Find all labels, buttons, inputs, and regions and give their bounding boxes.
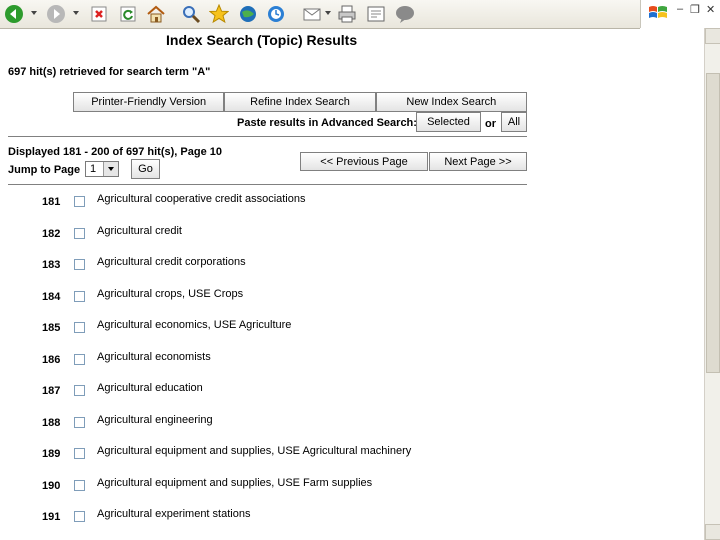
- result-checkbox[interactable]: [74, 228, 85, 239]
- result-link[interactable]: Agricultural equipment and supplies, USE…: [97, 445, 411, 457]
- result-link[interactable]: Agricultural credit corporations: [97, 256, 246, 268]
- chevron-down-icon[interactable]: [73, 11, 79, 15]
- list-item: 182 Agricultural credit: [0, 223, 520, 243]
- result-number: 188: [42, 417, 61, 429]
- jump-to-page-label: Jump to Page: [8, 164, 81, 176]
- refresh-icon[interactable]: [117, 3, 139, 25]
- displayed-range: Displayed 181 - 200 of 697 hit(s), Page …: [8, 146, 222, 158]
- page-select-value: 1: [90, 163, 97, 175]
- previous-page-button[interactable]: << Previous Page: [300, 152, 428, 171]
- result-number: 183: [42, 259, 61, 271]
- result-link[interactable]: Agricultural experiment stations: [97, 508, 250, 520]
- back-icon[interactable]: [3, 3, 25, 25]
- chevron-down-icon[interactable]: [103, 162, 118, 176]
- go-button[interactable]: Go: [131, 159, 160, 179]
- result-number: 189: [42, 448, 61, 460]
- paste-selected-button[interactable]: Selected: [416, 112, 481, 132]
- chevron-down-icon[interactable]: [31, 11, 37, 15]
- list-item: 186 Agricultural economists: [0, 349, 520, 369]
- divider: [8, 184, 527, 185]
- page-content: Index Search (Topic) Results 697 hit(s) …: [0, 28, 704, 540]
- result-number: 191: [42, 511, 61, 523]
- page-select[interactable]: 1: [85, 161, 119, 177]
- result-number: 185: [42, 322, 61, 334]
- new-search-button[interactable]: New Index Search: [375, 92, 527, 112]
- result-number: 181: [42, 196, 61, 208]
- minimize-button[interactable]: –: [677, 3, 683, 15]
- result-checkbox[interactable]: [74, 417, 85, 428]
- printer-friendly-button[interactable]: Printer-Friendly Version: [73, 92, 225, 112]
- divider: [8, 136, 527, 137]
- result-link[interactable]: Agricultural education: [97, 382, 203, 394]
- paste-all-button[interactable]: All: [501, 112, 527, 132]
- result-number: 182: [42, 228, 61, 240]
- result-number: 186: [42, 354, 61, 366]
- hits-summary: 697 hit(s) retrieved for search term "A": [8, 66, 211, 78]
- mail-icon[interactable]: [301, 3, 323, 25]
- result-link[interactable]: Agricultural crops, USE Crops: [97, 288, 243, 300]
- forward-icon[interactable]: [45, 3, 67, 25]
- next-page-button[interactable]: Next Page >>: [429, 152, 527, 171]
- windows-brand-area: – ❐ ✕: [640, 0, 720, 28]
- result-checkbox[interactable]: [74, 385, 85, 396]
- print-icon[interactable]: [336, 3, 358, 25]
- result-checkbox[interactable]: [74, 480, 85, 491]
- media-icon[interactable]: [237, 3, 259, 25]
- result-checkbox[interactable]: [74, 196, 85, 207]
- history-icon[interactable]: [265, 3, 287, 25]
- edit-icon[interactable]: [365, 3, 387, 25]
- result-link[interactable]: Agricultural equipment and supplies, USE…: [97, 477, 372, 489]
- result-checkbox[interactable]: [74, 259, 85, 270]
- result-link[interactable]: Agricultural engineering: [97, 414, 213, 426]
- browser-toolbar: [0, 0, 640, 29]
- result-link[interactable]: Agricultural credit: [97, 225, 182, 237]
- discuss-icon[interactable]: [394, 3, 416, 25]
- result-number: 190: [42, 480, 61, 492]
- result-link[interactable]: Agricultural cooperative credit associat…: [97, 193, 306, 205]
- result-link[interactable]: Agricultural economics, USE Agriculture: [97, 319, 291, 331]
- result-checkbox[interactable]: [74, 291, 85, 302]
- list-item: 190 Agricultural equipment and supplies,…: [0, 475, 520, 495]
- chevron-down-icon[interactable]: [325, 11, 331, 15]
- result-checkbox[interactable]: [74, 448, 85, 459]
- list-item: 191 Agricultural experiment stations: [0, 506, 520, 526]
- result-checkbox[interactable]: [74, 322, 85, 333]
- result-number: 187: [42, 385, 61, 397]
- scroll-down-button[interactable]: [705, 524, 720, 540]
- list-item: 181 Agricultural cooperative credit asso…: [0, 191, 520, 211]
- refine-search-button[interactable]: Refine Index Search: [224, 92, 376, 112]
- list-item: 184 Agricultural crops, USE Crops: [0, 286, 520, 306]
- list-item: 189 Agricultural equipment and supplies,…: [0, 443, 520, 463]
- list-item: 183 Agricultural credit corporations: [0, 254, 520, 274]
- result-checkbox[interactable]: [74, 511, 85, 522]
- close-button[interactable]: ✕: [706, 3, 715, 16]
- page-title: Index Search (Topic) Results: [166, 32, 358, 48]
- result-link[interactable]: Agricultural economists: [97, 351, 211, 363]
- list-item: 188 Agricultural engineering: [0, 412, 520, 432]
- scroll-thumb[interactable]: [706, 73, 720, 373]
- home-icon[interactable]: [145, 3, 167, 25]
- result-number: 184: [42, 291, 61, 303]
- stop-icon[interactable]: [88, 3, 110, 25]
- list-item: 185 Agricultural economics, USE Agricult…: [0, 317, 520, 337]
- action-buttons: Printer-Friendly Version Refine Index Se…: [73, 92, 527, 112]
- search-icon[interactable]: [180, 3, 202, 25]
- paste-results-label: Paste results in Advanced Search:: [237, 117, 417, 129]
- scroll-up-button[interactable]: [705, 28, 720, 44]
- vertical-scrollbar[interactable]: [704, 28, 720, 540]
- or-label: or: [485, 118, 496, 130]
- favorites-icon[interactable]: [208, 3, 230, 25]
- restore-button[interactable]: ❐: [690, 3, 700, 16]
- windows-logo-icon: [647, 3, 669, 28]
- result-checkbox[interactable]: [74, 354, 85, 365]
- list-item: 187 Agricultural education: [0, 380, 520, 400]
